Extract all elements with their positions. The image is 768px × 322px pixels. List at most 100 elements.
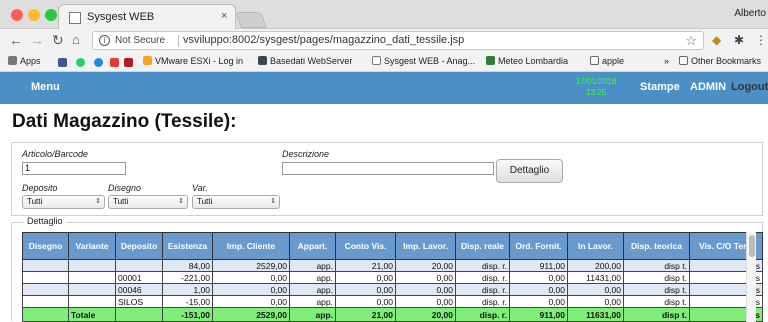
col-deposito[interactable]: Deposito xyxy=(115,232,163,260)
table-cell: 00046 xyxy=(115,283,163,296)
bookmark-overflow[interactable]: » xyxy=(664,56,669,66)
table-cell[interactable]: app. xyxy=(289,283,336,296)
netflix-icon[interactable] xyxy=(124,58,133,67)
table-cell[interactable]: disp. r. xyxy=(455,283,510,296)
new-tab-button[interactable] xyxy=(235,12,267,28)
table-cell xyxy=(22,259,69,272)
table-cell xyxy=(22,283,69,296)
table-cell[interactable]: app. xyxy=(289,259,336,272)
table-cell[interactable]: disp t. xyxy=(623,283,690,296)
select-arrows-icon: ⇕ xyxy=(270,198,276,205)
close-window-icon[interactable] xyxy=(11,9,23,21)
forward-arrow-icon[interactable]: → xyxy=(30,32,44,48)
table-cell: Totale xyxy=(68,307,116,322)
profile-name[interactable]: Alberto xyxy=(734,8,766,19)
bookmark-other[interactable]: Other Bookmarks xyxy=(679,56,761,66)
browser-tab[interactable]: Sysgest WEB × xyxy=(58,4,236,30)
total-row: Totale -151,00 2529,00 app. 21,00 20,00 disp. … xyxy=(22,307,763,322)
bookmark-vmware[interactable]: VMware ESXi - Log in xyxy=(143,56,243,66)
weather-icon xyxy=(486,56,495,65)
bookmark-star-icon[interactable]: ☆ xyxy=(685,33,697,49)
table-cell: 0,00 xyxy=(335,295,396,308)
col-disp-teorica[interactable]: Disp. teorica xyxy=(623,232,690,260)
col-imp-lavor[interactable]: Imp. Lavor. xyxy=(395,232,456,260)
table-scrollbar[interactable] xyxy=(746,232,756,322)
url-text[interactable]: vsviluppo:8002/sysgest/pages/magazzino_d… xyxy=(183,34,464,46)
browser-titlebar: Sysgest WEB × Alberto xyxy=(0,0,768,30)
logout-link[interactable]: Logout xyxy=(731,81,768,93)
scrollbar-thumb[interactable] xyxy=(749,235,755,257)
skype-icon[interactable] xyxy=(94,58,103,67)
table-cell: 2529,00 xyxy=(212,307,290,322)
back-arrow-icon[interactable]: ← xyxy=(9,32,23,48)
more-menu-icon[interactable]: ⋮ xyxy=(755,33,767,47)
translate-icon[interactable]: ✱ xyxy=(734,33,744,47)
bookmark-sysgest[interactable]: Sysgest WEB - Anag... xyxy=(372,56,475,66)
table-cell[interactable]: app. xyxy=(289,295,336,308)
table-cell xyxy=(115,259,163,272)
table-cell[interactable]: disp. r. xyxy=(455,271,510,284)
address-divider xyxy=(178,35,179,47)
bookmark-basedati[interactable]: Basedati WebServer xyxy=(258,56,352,66)
table-cell: -15,00 xyxy=(162,295,213,308)
table-row: 00046 1,00 0,00 app. 0,00 0,00 disp. r. 0,00 0,0… xyxy=(22,283,763,296)
col-imp-cliente[interactable]: Imp. Cliente xyxy=(212,232,290,260)
whatsapp-icon[interactable] xyxy=(76,58,85,67)
var-select[interactable]: Tutti ⇕ xyxy=(192,195,280,209)
facebook-icon[interactable] xyxy=(58,58,67,67)
menu-button[interactable]: Menu xyxy=(31,81,60,93)
col-disegno[interactable]: Disegno xyxy=(22,232,69,260)
table-cell[interactable]: app. xyxy=(289,271,336,284)
vmware-icon xyxy=(143,56,152,65)
col-ord-fornit[interactable]: Ord. Fornit. xyxy=(509,232,568,260)
address-bar[interactable]: i Not Secure vsviluppo:8002/sysgest/page… xyxy=(92,31,704,50)
table-cell[interactable]: disp. r. xyxy=(455,295,510,308)
tab-close-icon[interactable]: × xyxy=(221,10,227,22)
table-cell[interactable]: disp t. xyxy=(623,295,690,308)
table-cell[interactable]: disp. r. xyxy=(455,259,510,272)
table-cell: 0,00 xyxy=(395,271,456,284)
col-variante[interactable]: Variante xyxy=(68,232,116,260)
stampe-link[interactable]: Stampe xyxy=(640,81,680,93)
col-esistenza[interactable]: Esistenza xyxy=(162,232,213,260)
col-conto-vis[interactable]: Conto Vis. xyxy=(335,232,396,260)
not-secure-label: Not Secure xyxy=(115,35,166,46)
table-cell: 0,00 xyxy=(509,283,568,296)
stock-table: Disegno Variante Deposito Esistenza Imp.… xyxy=(22,232,763,322)
table-header-row: Disegno Variante Deposito Esistenza Imp.… xyxy=(22,232,763,260)
bookmark-apple[interactable]: apple xyxy=(590,56,624,66)
col-appart[interactable]: Appart. xyxy=(289,232,336,260)
table-cell xyxy=(68,283,116,296)
zoom-window-icon[interactable] xyxy=(45,9,57,21)
bookmark-apps[interactable]: Apps xyxy=(8,56,41,66)
extension-icon[interactable]: ◆ xyxy=(712,33,721,47)
descrizione-input[interactable] xyxy=(282,162,494,175)
col-disp-reale[interactable]: Disp. reale xyxy=(455,232,510,260)
articolo-input[interactable]: 1 xyxy=(22,162,126,175)
deposito-select[interactable]: Tutti ⇕ xyxy=(22,195,105,209)
table-cell[interactable]: disp. r. xyxy=(455,307,510,322)
dettaglio-section-title: Dettaglio xyxy=(24,216,66,226)
table-cell: 0,00 xyxy=(212,295,290,308)
reload-icon[interactable]: ↻ xyxy=(52,32,64,49)
table-cell[interactable]: app. xyxy=(289,307,336,322)
current-date: 17/01/2018 xyxy=(576,77,617,86)
disegno-select[interactable]: Tutti ⇕ xyxy=(108,195,188,209)
col-in-lavor[interactable]: In Lavor. xyxy=(567,232,624,260)
youtube-icon[interactable] xyxy=(110,58,119,67)
bookmark-meteo[interactable]: Meteo Lombardia xyxy=(486,56,568,66)
minimize-window-icon[interactable] xyxy=(28,9,40,21)
table-cell xyxy=(22,295,69,308)
descrizione-label: Descrizione xyxy=(282,149,330,159)
table-cell[interactable]: disp t. xyxy=(623,259,690,272)
table-cell: 911,00 xyxy=(509,307,568,322)
dettaglio-button[interactable]: Dettaglio xyxy=(496,159,563,183)
table-cell[interactable]: disp t. xyxy=(623,307,690,322)
table-cell: 11431,00 xyxy=(567,271,624,284)
info-icon[interactable]: i xyxy=(99,35,110,46)
table-cell: 1,00 xyxy=(162,283,213,296)
admin-link[interactable]: ADMIN xyxy=(690,81,726,93)
table-cell[interactable]: disp t. xyxy=(623,271,690,284)
home-icon[interactable]: ⌂ xyxy=(72,32,80,47)
table-cell: 00001 xyxy=(115,271,163,284)
